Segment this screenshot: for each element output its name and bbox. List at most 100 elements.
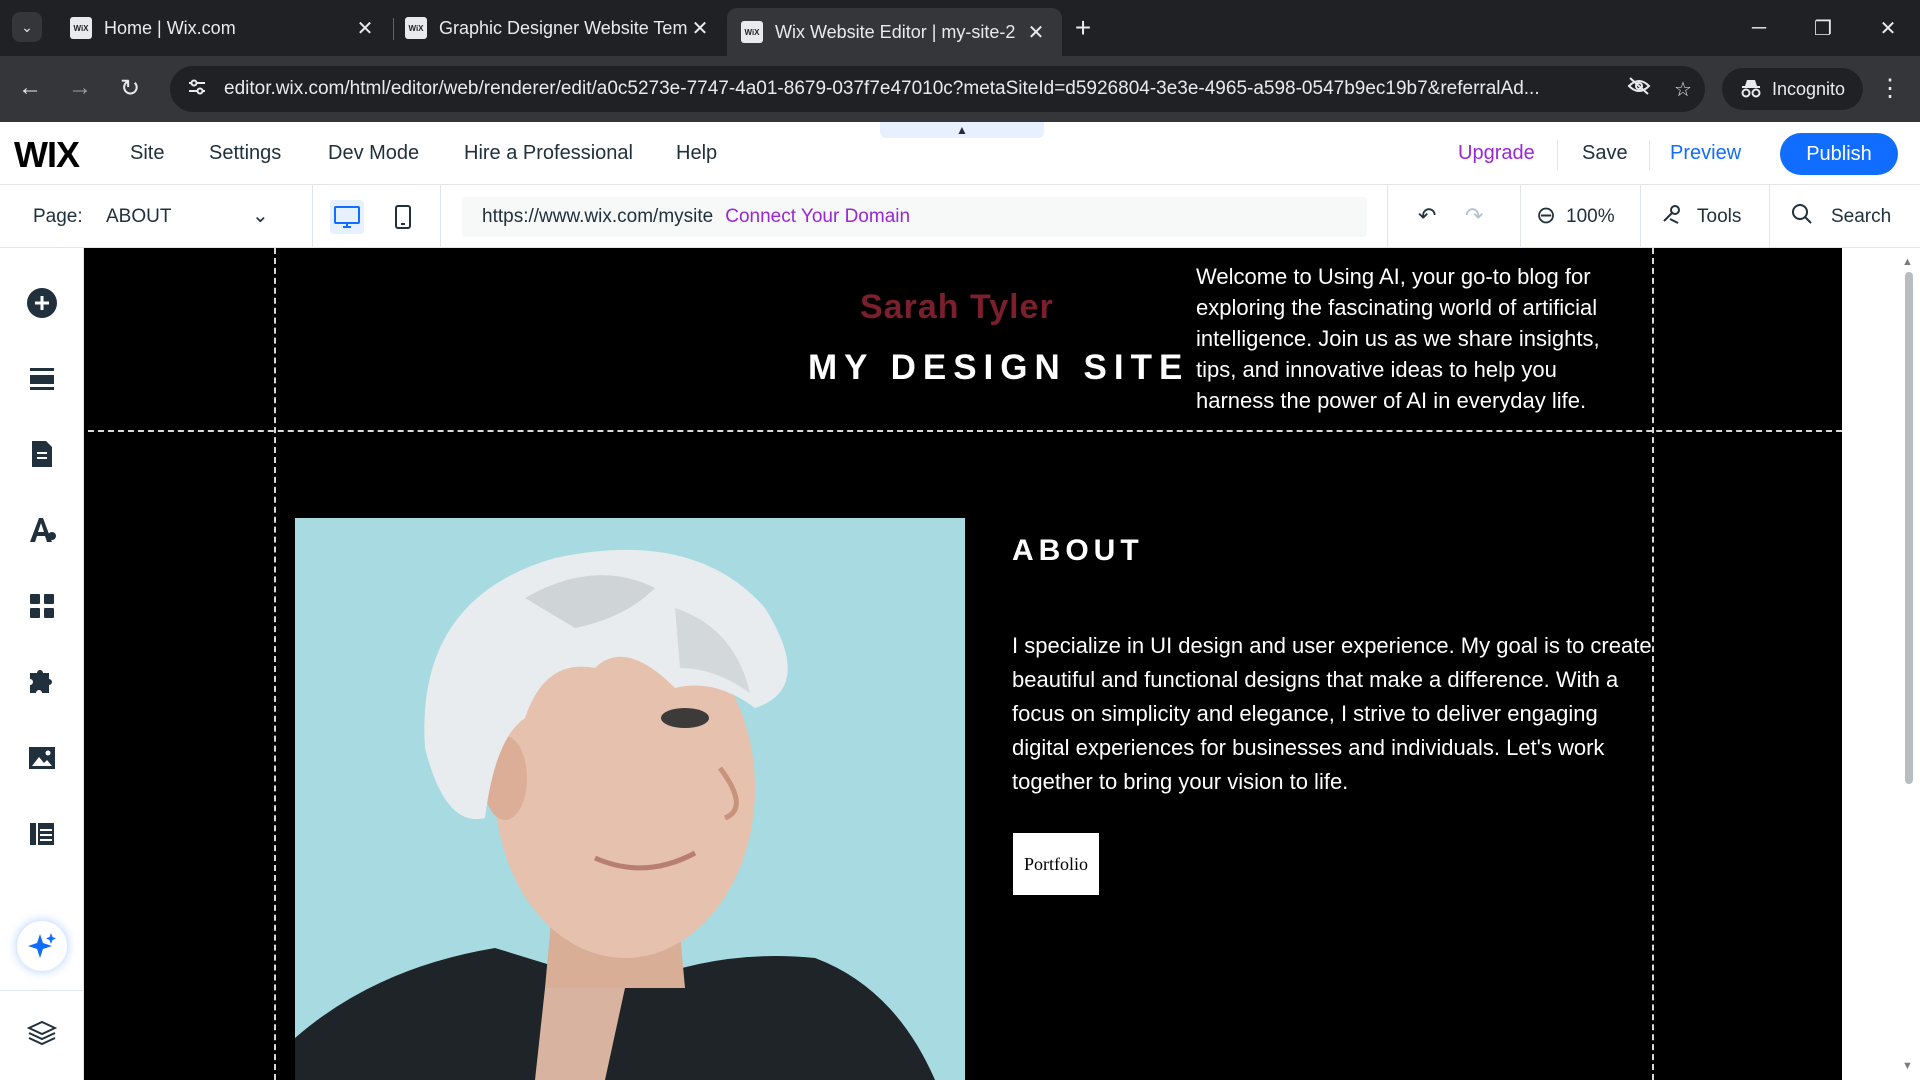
- tab-title: Home | Wix.com: [104, 17, 236, 38]
- scrollbar-thumb[interactable]: [1905, 272, 1913, 784]
- pages-menu-button[interactable]: [22, 434, 62, 474]
- ai-assistant-button[interactable]: [17, 921, 67, 971]
- browser-tab-template[interactable]: WiX Graphic Designer Website Temp ✕: [391, 8, 726, 48]
- image-icon: [29, 747, 55, 769]
- tools-icon[interactable]: [1660, 203, 1682, 231]
- site-design-button[interactable]: [22, 510, 62, 550]
- close-tab-icon[interactable]: ✕: [1024, 20, 1048, 45]
- site-info-icon[interactable]: [174, 77, 220, 102]
- add-elements-button[interactable]: [22, 283, 62, 323]
- connect-domain-link[interactable]: Connect Your Domain: [725, 206, 910, 228]
- page-selector[interactable]: ABOUT: [106, 206, 171, 228]
- tab-title: Graphic Designer Website Temp: [439, 17, 688, 38]
- reload-button[interactable]: ↻: [112, 70, 148, 106]
- mobile-icon: [395, 205, 411, 229]
- redo-icon[interactable]: ↷: [1465, 203, 1483, 229]
- menu-help[interactable]: Help: [676, 142, 717, 165]
- menu-settings[interactable]: Settings: [209, 142, 281, 165]
- upgrade-button[interactable]: Upgrade: [1458, 142, 1535, 165]
- welcome-text[interactable]: Welcome to Using AI, your go-to blog for…: [1196, 261, 1636, 416]
- more-vertical-icon: ⋮: [1878, 74, 1902, 102]
- menu-hire-professional[interactable]: Hire a Professional: [464, 142, 633, 165]
- layout-guide-left: [274, 248, 276, 1080]
- wix-favicon-icon: WiX: [70, 17, 92, 39]
- zoom-level[interactable]: 100%: [1566, 206, 1615, 228]
- profile-photo[interactable]: [295, 518, 965, 1080]
- add-apps-button[interactable]: [22, 586, 62, 626]
- divider: [1520, 185, 1521, 248]
- wix-editor-topbar: WIX ▲ Site Settings Dev Mode Hire a Prof…: [0, 122, 1920, 185]
- pages-icon: [32, 441, 52, 467]
- incognito-label: Incognito: [1772, 78, 1846, 99]
- tools-button[interactable]: Tools: [1697, 206, 1741, 228]
- close-tab-icon[interactable]: ✕: [688, 16, 712, 41]
- business-tools-button[interactable]: [22, 662, 62, 702]
- editor-canvas[interactable]: Sarah Tyler MY DESIGN SITE Welcome to Us…: [84, 248, 1842, 1080]
- layers-icon: [27, 1020, 57, 1046]
- wix-favicon-icon: WiX: [741, 21, 763, 43]
- design-icon: [30, 518, 56, 542]
- desktop-view-button[interactable]: [330, 200, 364, 234]
- scroll-up-icon[interactable]: ▲: [1902, 256, 1913, 268]
- page-label: Page:: [33, 206, 83, 227]
- search-icon[interactable]: [1791, 203, 1813, 231]
- close-window-button[interactable]: ✕: [1864, 10, 1912, 46]
- layout-guide-right: [1652, 248, 1654, 1080]
- search-button[interactable]: Search: [1831, 206, 1891, 228]
- divider: [1557, 140, 1558, 170]
- new-tab-button[interactable]: +: [1067, 12, 1099, 44]
- browser-toolbar: ← → ↻ editor.wix.com/html/editor/web/ren…: [0, 56, 1920, 122]
- wix-logo[interactable]: WIX: [14, 134, 80, 176]
- browser-tab-wix-editor[interactable]: WiX Wix Website Editor | my-site-2 ✕: [727, 8, 1062, 56]
- wix-favicon-icon: WiX: [405, 17, 427, 39]
- browser-menu-button[interactable]: ⋮: [1872, 70, 1908, 106]
- divider: [1649, 140, 1650, 170]
- publish-button[interactable]: Publish: [1780, 133, 1898, 175]
- site-owner-name[interactable]: Sarah Tyler: [860, 288, 1054, 327]
- apps-grid-icon: [30, 594, 54, 618]
- add-section-button[interactable]: [22, 359, 62, 399]
- browser-tab-wix-home[interactable]: WiX Home | Wix.com ✕: [56, 8, 391, 48]
- forward-button[interactable]: →: [62, 70, 98, 106]
- menu-dev-mode[interactable]: Dev Mode: [328, 142, 419, 165]
- divider: [1640, 185, 1641, 248]
- divider: [1387, 185, 1388, 248]
- about-text[interactable]: I specialize in UI design and user exper…: [1012, 629, 1652, 799]
- site-url: https://www.wix.com/mysite: [482, 206, 714, 227]
- sparkle-icon: [28, 933, 56, 958]
- incognito-badge[interactable]: Incognito: [1722, 68, 1864, 110]
- preview-button[interactable]: Preview: [1670, 142, 1741, 165]
- media-button[interactable]: [22, 738, 62, 778]
- layers-button[interactable]: [22, 1013, 62, 1053]
- mobile-view-button[interactable]: [386, 200, 420, 234]
- menu-site[interactable]: Site: [130, 142, 164, 165]
- divider: [1769, 185, 1770, 248]
- site-title[interactable]: MY DESIGN SITE: [808, 348, 1189, 388]
- undo-icon[interactable]: ↶: [1418, 203, 1436, 229]
- collapse-toolbar-handle[interactable]: ▲: [880, 122, 1044, 138]
- incognito-icon: [1741, 80, 1761, 98]
- save-button[interactable]: Save: [1582, 142, 1628, 165]
- back-button[interactable]: ←: [12, 70, 48, 106]
- bookmark-star-icon[interactable]: ☆: [1661, 77, 1705, 102]
- plus-circle-icon: [27, 288, 57, 318]
- portfolio-button[interactable]: Portfolio: [1013, 833, 1099, 895]
- eye-off-icon[interactable]: [1617, 76, 1661, 102]
- zoom-out-icon[interactable]: ⊖: [1536, 201, 1556, 230]
- minimize-button[interactable]: ─: [1735, 10, 1783, 46]
- plus-icon: +: [1074, 12, 1092, 43]
- cms-button[interactable]: [22, 814, 62, 854]
- scroll-down-icon[interactable]: ▼: [1902, 1060, 1913, 1072]
- table-icon: [30, 823, 54, 845]
- url-text[interactable]: editor.wix.com/html/editor/web/renderer/…: [220, 78, 1617, 100]
- browser-tab-strip: ⌄ WiX Home | Wix.com ✕ WiX Graphic Desig…: [0, 0, 1920, 56]
- arrow-right-icon: →: [68, 74, 92, 101]
- chevron-down-icon[interactable]: ⌄: [252, 203, 269, 228]
- tab-search-button[interactable]: ⌄: [12, 12, 42, 42]
- restore-button[interactable]: ❐: [1799, 10, 1847, 46]
- close-tab-icon[interactable]: ✕: [353, 16, 377, 41]
- about-heading[interactable]: ABOUT: [1012, 534, 1144, 568]
- chevron-up-icon: ▲: [956, 123, 968, 137]
- site-url-bar: https://www.wix.com/mysite Connect Your …: [462, 197, 1367, 237]
- address-bar[interactable]: editor.wix.com/html/editor/web/renderer/…: [170, 66, 1705, 112]
